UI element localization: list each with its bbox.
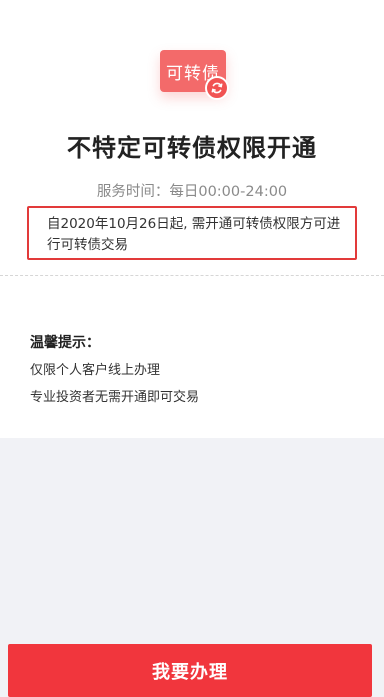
service-hours: 服务时间：每日00:00-24:00 (96, 184, 288, 200)
page-title: 不特定可转债权限开通 (67, 133, 317, 162)
page: 可转债 不特定可转债权限开通 服务时间：每日00:00-24:00 自2020年… (0, 0, 384, 697)
refresh-icon (205, 76, 229, 100)
info-panel: 可转债 不特定可转债权限开通 服务时间：每日00:00-24:00 自2020年… (0, 0, 384, 438)
tips-title: 温馨提示： (30, 335, 100, 351)
notice-text: 自2020年10月26日起, 需开通可转债权限方可进行可转债交易 (47, 216, 341, 253)
tip-item-individual-online: 仅限个人客户线上办理 (30, 363, 161, 378)
notice-box: 自2020年10月26日起, 需开通可转债权限方可进行可转债交易 (27, 206, 357, 260)
dashed-divider (0, 275, 384, 276)
tip-item-professional-investor: 专业投资者无需开通即可交易 (30, 390, 200, 405)
apply-button[interactable]: 我要办理 (8, 644, 372, 697)
